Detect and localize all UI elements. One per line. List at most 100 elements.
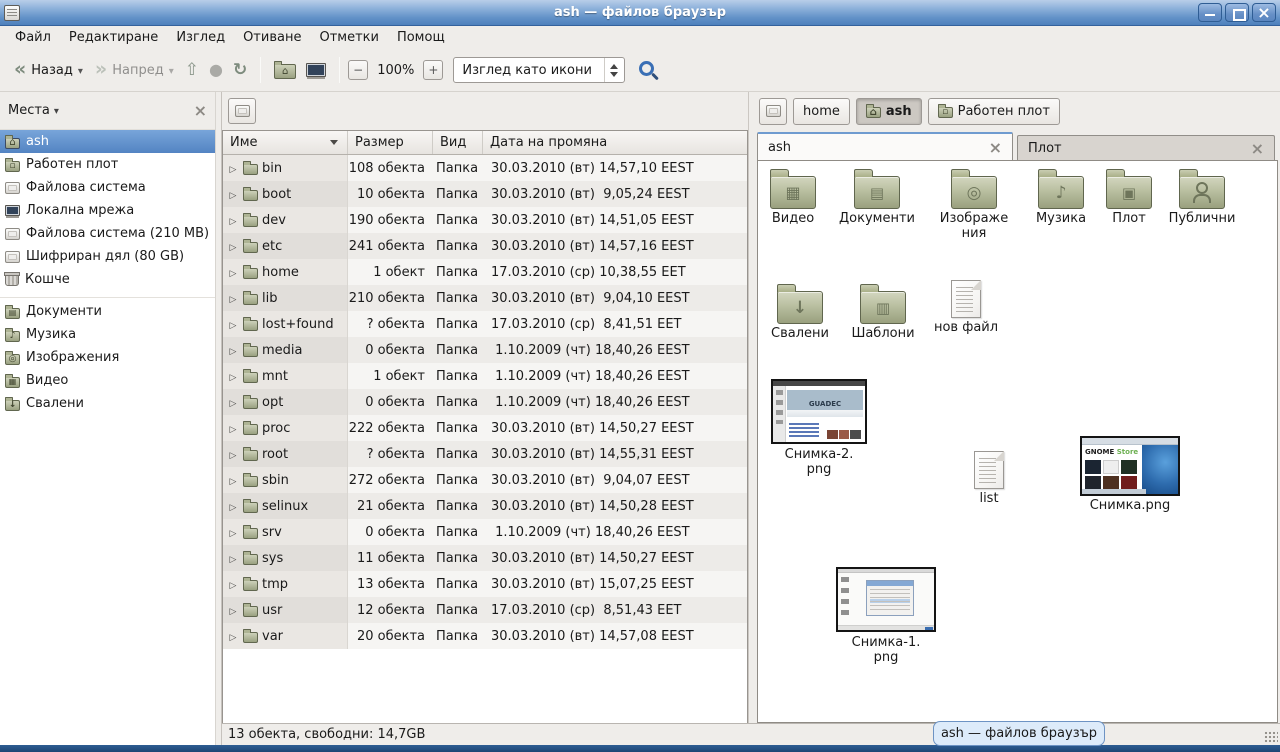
column-header-date[interactable]: Дата на промяна	[483, 131, 747, 154]
expander-icon[interactable]	[227, 213, 239, 228]
expander-icon[interactable]	[227, 499, 239, 514]
breadcrumb-desktop-button[interactable]: Работен плот	[928, 98, 1060, 125]
expander-icon[interactable]	[227, 473, 239, 488]
table-row[interactable]: media 0 обекта Папка 1.10.2009 (чт) 18,4…	[223, 337, 747, 363]
table-row[interactable]: selinux 21 обекта Папка 30.03.2010 (вт) …	[223, 493, 747, 519]
table-row[interactable]: sys 11 обекта Папка 30.03.2010 (вт) 14,5…	[223, 545, 747, 571]
file-folder-desktop[interactable]: Плот	[1090, 167, 1168, 226]
table-row[interactable]: srv 0 обекта Папка 1.10.2009 (чт) 18,40,…	[223, 519, 747, 545]
file-new-file[interactable]: нов файл	[927, 277, 1005, 335]
expander-icon[interactable]	[227, 603, 239, 618]
breadcrumb-root-button[interactable]	[759, 98, 787, 125]
expander-icon[interactable]	[227, 447, 239, 462]
sidebar-item-pictures[interactable]: Изображения	[0, 346, 215, 369]
back-history-caret-icon[interactable]	[78, 63, 83, 78]
pane-splitter[interactable]	[748, 92, 757, 723]
sidebar-item-network[interactable]: Локална мрежа	[0, 199, 215, 222]
sidebar-title-dropdown[interactable]: Места	[8, 103, 59, 118]
view-mode-select[interactable]: Изглед като икони	[453, 57, 625, 83]
file-folder-video[interactable]: Видео	[757, 167, 832, 226]
table-row[interactable]: bin 108 обекта Папка 30.03.2010 (вт) 14,…	[223, 155, 747, 181]
icon-view[interactable]: Видео Документи Изображения Музика Плот …	[757, 160, 1278, 723]
pane-splitter[interactable]	[215, 92, 222, 745]
file-folder-templates[interactable]: Шаблони	[844, 282, 922, 341]
maximize-button[interactable]	[1225, 3, 1249, 22]
sidebar-item-filesystem[interactable]: Файлова система	[0, 176, 215, 199]
tab-ash[interactable]: ash	[757, 132, 1013, 160]
file-snimka-png[interactable]: GNOME Store Снимка.png	[1080, 436, 1180, 513]
file-folder-public[interactable]: Публични	[1163, 167, 1241, 226]
table-row[interactable]: tmp 13 обекта Папка 30.03.2010 (вт) 15,0…	[223, 571, 747, 597]
table-row[interactable]: home 1 обект Папка 17.03.2010 (ср) 10,38…	[223, 259, 747, 285]
table-row[interactable]: boot 10 обекта Папка 30.03.2010 (вт) 9,0…	[223, 181, 747, 207]
table-row[interactable]: usr 12 обекта Папка 17.03.2010 (ср) 8,51…	[223, 597, 747, 623]
home-button[interactable]	[269, 57, 301, 83]
sidebar-item-trash[interactable]: Кошче	[0, 268, 215, 291]
table-row[interactable]: lost+found ? обекта Папка 17.03.2010 (ср…	[223, 311, 747, 337]
minimize-button[interactable]	[1198, 3, 1222, 22]
tab-plot[interactable]: Плот	[1017, 135, 1275, 160]
expander-icon[interactable]	[227, 395, 239, 410]
sidebar-item-ash[interactable]: ash	[0, 130, 215, 153]
file-folder-pictures[interactable]: Изображения	[936, 167, 1012, 241]
expander-icon[interactable]	[227, 265, 239, 280]
table-row[interactable]: root ? обекта Папка 30.03.2010 (вт) 14,5…	[223, 441, 747, 467]
sidebar-item-filesystem-210mb[interactable]: Файлова система (210 MB)	[0, 222, 215, 245]
up-button[interactable]	[180, 58, 204, 83]
file-folder-music[interactable]: Музика	[1022, 167, 1100, 226]
file-snimka-2-png[interactable]: GUADEC Снимка-2.png	[770, 379, 868, 477]
expander-icon[interactable]	[227, 343, 239, 358]
file-snimka-1-png[interactable]: Снимка-1.png	[836, 567, 936, 665]
sidebar-item-desktop[interactable]: Работен плот	[0, 153, 215, 176]
sidebar-item-music[interactable]: Музика	[0, 323, 215, 346]
file-folder-documents[interactable]: Документи	[838, 167, 916, 226]
sidebar-close-icon[interactable]	[194, 101, 207, 120]
sidebar-item-video[interactable]: Видео	[0, 369, 215, 392]
menu-go[interactable]: Отиване	[234, 26, 310, 49]
table-row[interactable]: etc 241 обекта Папка 30.03.2010 (вт) 14,…	[223, 233, 747, 259]
table-row[interactable]: var 20 обекта Папка 30.03.2010 (вт) 14,5…	[223, 623, 747, 649]
menu-view[interactable]: Изглед	[167, 26, 234, 49]
table-row[interactable]: sbin 272 обекта Папка 30.03.2010 (вт) 9,…	[223, 467, 747, 493]
search-icon[interactable]	[639, 61, 654, 76]
menu-edit[interactable]: Редактиране	[60, 26, 167, 49]
filesystem-root-button[interactable]	[228, 98, 256, 124]
column-header-kind[interactable]: Вид	[433, 131, 483, 154]
expander-icon[interactable]	[227, 161, 239, 176]
stop-button[interactable]	[204, 58, 228, 83]
breadcrumb-home-button[interactable]: home	[793, 98, 850, 125]
expander-icon[interactable]	[227, 187, 239, 202]
tab-close-icon[interactable]	[1251, 139, 1264, 158]
forward-button[interactable]: Напред	[89, 58, 180, 83]
table-row[interactable]: proc 222 обекта Папка 30.03.2010 (вт) 14…	[223, 415, 747, 441]
close-button[interactable]	[1252, 3, 1276, 22]
expander-icon[interactable]	[227, 629, 239, 644]
table-row[interactable]: opt 0 обекта Папка 1.10.2009 (чт) 18,40,…	[223, 389, 747, 415]
table-row[interactable]: mnt 1 обект Папка 1.10.2009 (чт) 18,40,2…	[223, 363, 747, 389]
expander-icon[interactable]	[227, 317, 239, 332]
sidebar-item-documents[interactable]: Документи	[0, 300, 215, 323]
file-folder-downloads[interactable]: Свалени	[761, 282, 839, 341]
expander-icon[interactable]	[227, 421, 239, 436]
back-button[interactable]: Назад	[8, 58, 89, 83]
expander-icon[interactable]	[227, 291, 239, 306]
expander-icon[interactable]	[227, 239, 239, 254]
expander-icon[interactable]	[227, 525, 239, 540]
column-header-name[interactable]: Име	[223, 131, 348, 154]
menu-help[interactable]: Помощ	[388, 26, 454, 49]
menu-file[interactable]: Файл	[6, 26, 60, 49]
expander-icon[interactable]	[227, 369, 239, 384]
resize-grip[interactable]	[1264, 731, 1278, 743]
taskbar-window-button[interactable]: ash — файлов браузър	[933, 721, 1105, 746]
column-header-size[interactable]: Размер	[348, 131, 433, 154]
table-row[interactable]: dev 190 обекта Папка 30.03.2010 (вт) 14,…	[223, 207, 747, 233]
sidebar-item-downloads[interactable]: Свалени	[0, 392, 215, 415]
zoom-out-button[interactable]: −	[348, 60, 368, 80]
breadcrumb-ash-button[interactable]: ash	[856, 98, 922, 125]
expander-icon[interactable]	[227, 577, 239, 592]
sidebar-item-encrypted-80gb[interactable]: Шифриран дял (80 GB)	[0, 245, 215, 268]
table-row[interactable]: lib 210 обекта Папка 30.03.2010 (вт) 9,0…	[223, 285, 747, 311]
reload-button[interactable]	[228, 58, 252, 83]
menu-bookmarks[interactable]: Отметки	[310, 26, 387, 49]
zoom-in-button[interactable]: +	[423, 60, 443, 80]
